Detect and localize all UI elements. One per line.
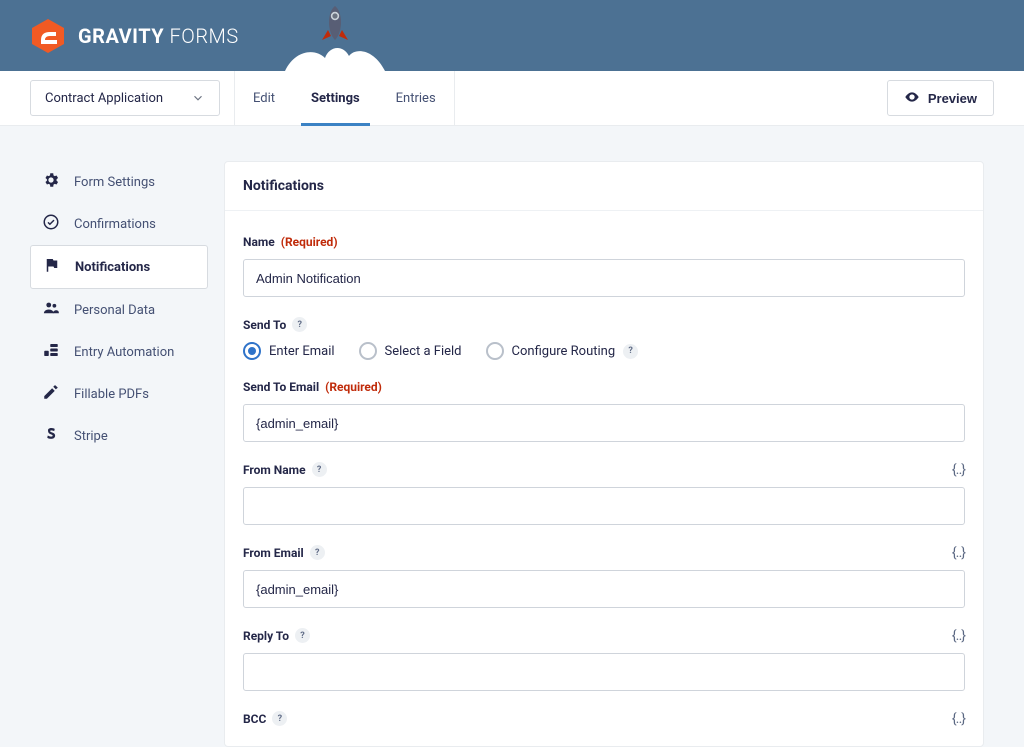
label-name: Name [243,235,275,249]
reply-to-input[interactable] [243,653,965,691]
tab-settings[interactable]: Settings [293,71,378,125]
sidebar-item-entry-automation[interactable]: Entry Automation [30,331,208,373]
gear-icon [42,171,60,193]
radio-icon [243,342,261,360]
preview-label: Preview [928,91,977,106]
rocket-illustration [285,0,385,71]
settings-panel: Notifications Name (Required) Send To ? [224,161,984,747]
sidebar-item-stripe[interactable]: Stripe [30,415,208,457]
help-icon[interactable]: ? [292,317,307,332]
brand: GRAVITY FORMS [30,18,239,54]
gravityforms-logo-icon [30,18,66,54]
field-send-to-email: Send To Email (Required) [243,380,965,442]
radio-enter-email[interactable]: Enter Email [243,342,335,360]
field-send-to: Send To ? Enter Email Select a Field Con… [243,317,965,360]
main-tabs: Edit Settings Entries [234,71,455,125]
send-to-options: Enter Email Select a Field Configure Rou… [243,342,965,360]
label-from-email: From Email [243,546,304,560]
pencil-icon [42,383,60,405]
check-circle-icon [42,213,60,235]
sidebar-item-label: Entry Automation [74,345,174,360]
workspace: Form Settings Confirmations Notification… [0,126,1024,747]
radio-select-field[interactable]: Select a Field [359,342,462,360]
send-to-email-input[interactable] [243,404,965,442]
header-banner: GRAVITY FORMS [0,0,1024,71]
tab-edit[interactable]: Edit [235,71,293,125]
label-send-to-email: Send To Email [243,380,319,394]
settings-sidebar: Form Settings Confirmations Notification… [30,161,208,457]
chevron-down-icon [191,91,205,105]
sidebar-item-label: Form Settings [74,175,155,190]
sidebar-item-label: Notifications [75,260,150,275]
people-icon [42,299,60,321]
tab-entries[interactable]: Entries [378,71,454,125]
help-icon[interactable]: ? [623,344,638,359]
stripe-icon [42,425,60,447]
help-icon[interactable]: ? [312,462,327,477]
label-reply-to: Reply To [243,629,289,643]
from-email-input[interactable] [243,570,965,608]
help-icon[interactable]: ? [295,628,310,643]
field-reply-to: {‥} Reply To ? [243,628,965,691]
required-marker: (Required) [281,235,338,249]
required-marker: (Required) [325,380,382,394]
merge-tag-icon[interactable]: {‥} [952,628,965,644]
label-bcc: BCC [243,712,266,726]
field-name: Name (Required) [243,235,965,297]
merge-tag-icon[interactable]: {‥} [952,711,965,727]
help-icon[interactable]: ? [272,711,287,726]
sidebar-item-personal-data[interactable]: Personal Data [30,289,208,331]
sidebar-item-confirmations[interactable]: Confirmations [30,203,208,245]
label-send-to: Send To [243,318,286,332]
panel-body: Name (Required) Send To ? Enter Email [225,211,983,726]
merge-tag-icon[interactable]: {‥} [952,462,965,478]
from-name-input[interactable] [243,487,965,525]
field-from-email: {‥} From Email ? [243,545,965,608]
automation-icon [42,341,60,363]
merge-tag-icon[interactable]: {‥} [952,545,965,561]
panel-title: Notifications [225,162,983,211]
field-bcc: {‥} BCC ? [243,711,965,726]
sidebar-item-label: Confirmations [74,217,156,232]
field-from-name: {‥} From Name ? [243,462,965,525]
sidebar-item-notifications[interactable]: Notifications [30,245,208,289]
sidebar-item-form-settings[interactable]: Form Settings [30,161,208,203]
label-from-name: From Name [243,463,306,477]
help-icon[interactable]: ? [310,545,325,560]
sidebar-item-label: Personal Data [74,303,155,318]
sidebar-item-label: Fillable PDFs [74,387,149,402]
preview-button[interactable]: Preview [887,80,994,116]
sidebar-item-fillable-pdfs[interactable]: Fillable PDFs [30,373,208,415]
radio-icon [486,342,504,360]
form-selector[interactable]: Contract Application [30,80,220,116]
radio-icon [359,342,377,360]
toolbar: Contract Application Edit Settings Entri… [0,71,1024,126]
eye-icon [904,89,920,108]
name-input[interactable] [243,259,965,297]
sidebar-item-label: Stripe [74,429,108,444]
flag-icon [43,256,61,278]
radio-configure-routing[interactable]: Configure Routing ? [486,342,639,360]
form-selector-label: Contract Application [45,91,163,106]
brand-name: GRAVITY FORMS [78,24,239,48]
